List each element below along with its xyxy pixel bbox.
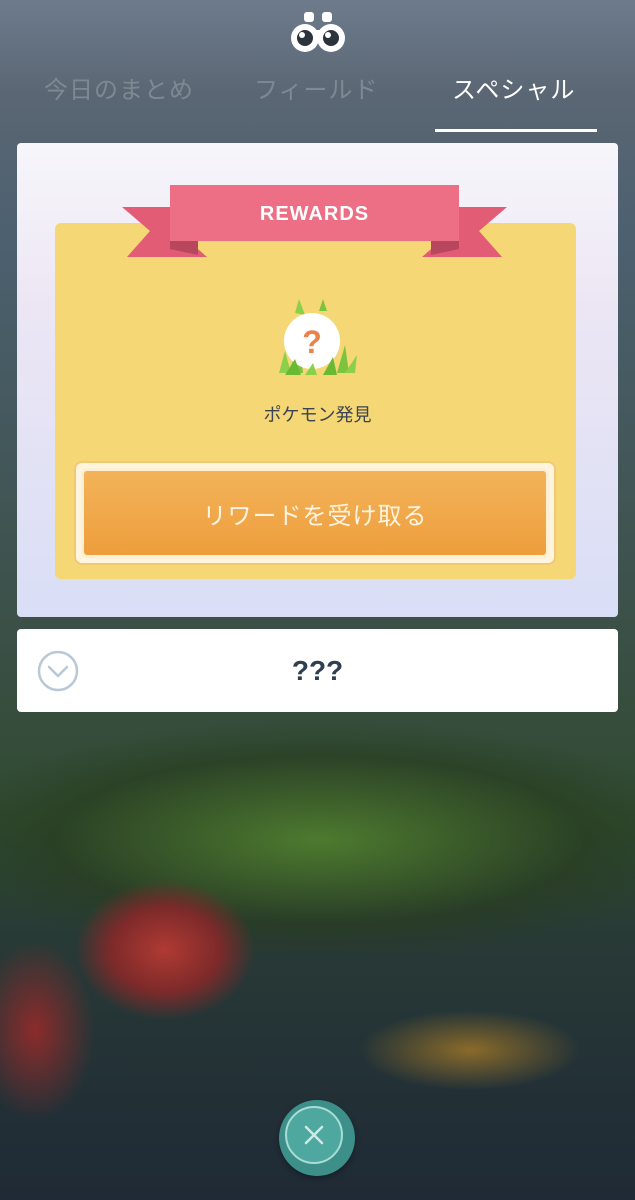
svg-text:?: ? (302, 324, 322, 360)
question-mark-encounter-icon: ? (279, 299, 357, 375)
header: 今日のまとめ フィールド スペシャル (0, 0, 635, 140)
tab-field[interactable]: フィールド (254, 70, 379, 105)
tab-bar: 今日のまとめ フィールド スペシャル (0, 70, 635, 134)
reward-card: REWARDS ? ポケモン発見 リワードを受け取る (17, 143, 618, 617)
active-tab-indicator (435, 129, 597, 132)
close-button-ring[interactable] (285, 1106, 343, 1164)
tab-special[interactable]: スペシャル (452, 70, 575, 105)
ribbon-label: REWARDS (259, 203, 370, 225)
tab-today-summary[interactable]: 今日のまとめ (44, 70, 194, 105)
task-row[interactable]: ??? (17, 629, 618, 712)
rewards-ribbon: REWARDS (122, 185, 507, 259)
binoculars-icon (291, 12, 345, 52)
task-title: ??? (291, 655, 344, 686)
claim-reward-button[interactable]: リワードを受け取る (74, 461, 556, 565)
close-icon (304, 1125, 324, 1145)
reward-item-label: ポケモン発見 (263, 405, 372, 426)
close-button[interactable] (279, 1100, 355, 1176)
claim-reward-button-face[interactable]: リワードを受け取る (81, 468, 549, 558)
claim-reward-label: リワードを受け取る (202, 501, 428, 530)
